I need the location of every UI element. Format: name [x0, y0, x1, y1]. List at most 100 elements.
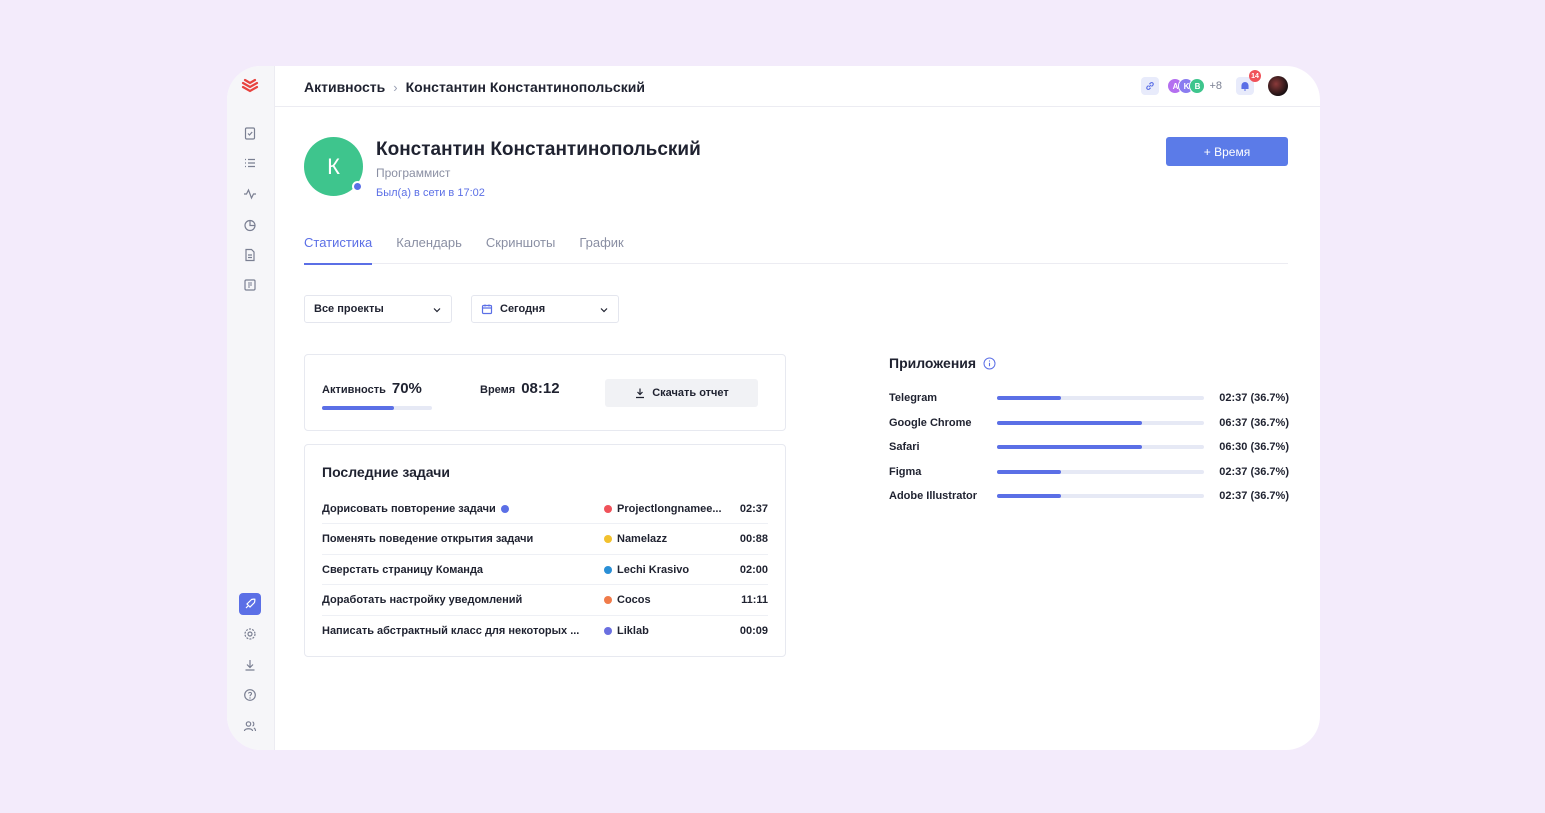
activity-icon[interactable] — [239, 183, 261, 205]
app-row: Google Chrome 06:37 (36.7%) — [889, 415, 1289, 431]
link-icon[interactable] — [1141, 77, 1160, 95]
task-name: Сверстать страницу Команда — [322, 563, 484, 576]
activity-value: 70% — [391, 380, 422, 397]
profile-avatar: К — [304, 137, 363, 196]
avatar: B — [1189, 78, 1206, 94]
recent-tasks-card: Последние задачи Дорисовать повторение з… — [304, 444, 786, 657]
task-time: 02:37 — [739, 502, 768, 515]
task-name-cell: Дорисовать повторение задачи — [322, 503, 604, 515]
report-icon[interactable] — [239, 274, 261, 296]
task-time: 02:00 — [739, 563, 768, 576]
project-color-dot — [604, 627, 612, 635]
activity-progress-bar — [322, 406, 432, 410]
download-icon[interactable] — [239, 654, 261, 676]
notification-badge: 14 — [1249, 70, 1261, 82]
task-row[interactable]: Сверстать страницу Команда Lechi Krasivo 0… — [322, 555, 768, 585]
tab-screenshots[interactable]: Скриншоты — [486, 235, 555, 264]
app-usage-bar — [997, 445, 1204, 449]
task-name: Доработать настройку уведомлений — [322, 594, 523, 606]
app-time: 06:30 (36.7%) — [1219, 441, 1289, 453]
pie-chart-icon[interactable] — [239, 214, 261, 236]
activity-progress-fill — [322, 406, 394, 410]
task-project: Projectlongnamee... — [604, 503, 730, 515]
app-usage-bar — [997, 420, 1204, 425]
repeat-icon — [500, 504, 509, 513]
add-time-button[interactable]: + Время — [1166, 137, 1288, 166]
chevron-down-icon — [600, 308, 608, 313]
breadcrumb-root[interactable]: Активность — [304, 79, 385, 95]
breadcrumb-current: Константин Константинопольский — [405, 79, 645, 95]
project-name: Projectlongnamee... — [617, 502, 722, 515]
settings-icon[interactable] — [239, 623, 261, 645]
app-time: 06:37 (36.7%) — [1219, 416, 1289, 429]
clipboard-icon[interactable] — [239, 122, 261, 144]
app-row: Figma 02:37 (36.7%) — [889, 464, 1289, 480]
more-members-count[interactable]: +8 — [1209, 80, 1222, 92]
task-time: 11:11 — [741, 594, 768, 606]
online-status-dot — [352, 181, 363, 192]
info-icon[interactable] — [983, 357, 996, 370]
stats-card: Активность 70% Время 08:12 Скачать отчет — [304, 354, 786, 431]
download-report-button[interactable]: Скачать отчет — [605, 379, 758, 407]
period-select-value: Сегодня — [500, 303, 546, 315]
top-actions: A K B +8 14 — [1141, 70, 1288, 96]
team-avatars[interactable]: A K B +8 — [1167, 78, 1222, 94]
app-usage-fill — [997, 494, 1062, 498]
app-usage-fill — [997, 445, 1142, 449]
projects-select[interactable]: Все проекты — [304, 295, 452, 323]
tab-schedule[interactable]: График — [579, 235, 623, 264]
task-name: Дорисовать повторение задачи — [322, 502, 496, 515]
tab-statistics[interactable]: Статистика — [304, 235, 373, 265]
recent-tasks-title: Последние задачи — [322, 464, 450, 480]
profile-header: К Константин Константинопольский Програм… — [304, 137, 701, 199]
users-icon[interactable] — [239, 715, 261, 737]
app-usage-bar — [997, 396, 1204, 400]
profile-info: Константин Константинопольский Программи… — [376, 137, 701, 199]
app-time: 02:37 (36.7%) — [1219, 465, 1289, 478]
project-color-dot — [604, 535, 612, 543]
task-time: 00:09 — [739, 625, 768, 637]
apps-title-text: Приложения — [889, 355, 977, 371]
task-name-cell: Сверстать страницу Команда — [322, 564, 604, 576]
app-name: Adobe Illustrator — [889, 490, 978, 502]
tab-calendar[interactable]: Календарь — [396, 235, 462, 264]
app-window: Активность › Константин Константинопольс… — [227, 66, 1320, 750]
logo-icon[interactable] — [239, 76, 261, 98]
avatar-initial: К — [327, 153, 340, 179]
app-name: Figma — [889, 465, 922, 478]
calendar-icon — [481, 304, 493, 315]
rocket-icon[interactable] — [239, 593, 261, 615]
period-select[interactable]: Сегодня — [471, 295, 619, 323]
tabs: Статистика Календарь Скриншоты График — [304, 235, 1288, 265]
projects-select-value: Все проекты — [314, 303, 384, 315]
task-name-cell: Написать абстрактный класс для некоторых… — [322, 625, 604, 637]
activity-stat: Активность 70% — [322, 380, 422, 397]
task-row[interactable]: Написать абстрактный класс для некоторых… — [322, 616, 768, 646]
main-content: Активность › Константин Константинопольс… — [275, 66, 1320, 750]
download-report-label: Скачать отчет — [652, 387, 729, 399]
task-project: Namelazz — [604, 533, 730, 545]
project-name: Liklab — [617, 625, 649, 637]
task-row[interactable]: Дорисовать повторение задачи Projectlongn… — [322, 494, 768, 524]
task-name: Поменять поведение открытия задачи — [322, 533, 534, 545]
list-icon[interactable] — [239, 152, 261, 174]
help-icon[interactable] — [239, 684, 261, 706]
user-avatar[interactable] — [1268, 76, 1288, 96]
project-color-dot — [604, 565, 612, 574]
app-name: Telegram — [889, 392, 938, 404]
app-usage-fill — [997, 420, 1142, 425]
bell-icon[interactable]: 14 — [1236, 70, 1261, 95]
task-project: Liklab — [604, 625, 730, 637]
document-icon[interactable] — [239, 244, 261, 266]
app-name: Google Chrome — [889, 416, 972, 429]
chevron-down-icon — [433, 308, 441, 313]
task-row[interactable]: Поменять поведение открытия задачи Namela… — [322, 525, 768, 555]
task-name-cell: Поменять поведение открытия задачи — [322, 533, 604, 545]
project-name: Lechi Krasivo — [617, 563, 690, 576]
sidebar — [227, 66, 275, 750]
activity-label: Активность — [322, 384, 386, 396]
task-project: Cocos — [604, 594, 730, 606]
app-time: 02:37 (36.7%) — [1219, 392, 1289, 404]
chevron-right-icon: › — [393, 79, 398, 95]
task-row[interactable]: Доработать настройку уведомлений Cocos 11:… — [322, 586, 768, 616]
